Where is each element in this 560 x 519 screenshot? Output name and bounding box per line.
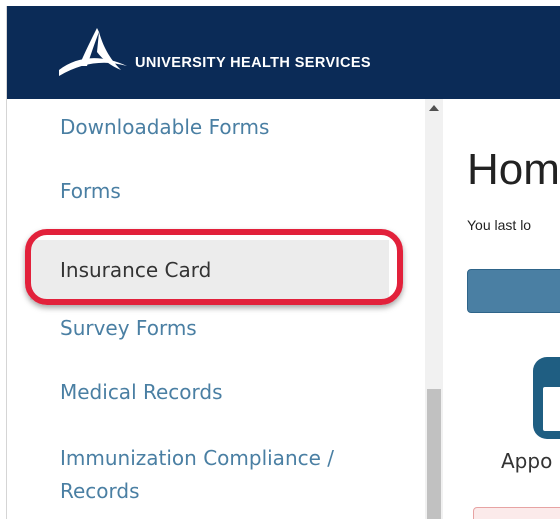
brand-name[interactable]: UNIVERSITY HEALTH SERVICES [135,55,371,71]
site-header: UNIVERSITY HEALTH SERVICES [7,6,560,99]
alert-box [473,507,560,519]
sidebar-item-label: Immunization Compliance / Records [60,446,335,503]
sidebar-item-label: Forms [60,179,121,203]
sidebar-nav: Downloadable Forms Forms Insurance Card … [7,99,425,519]
sidebar-item-downloadable-forms[interactable]: Downloadable Forms [7,111,407,144]
university-logo-icon[interactable] [57,26,129,82]
action-button[interactable] [467,269,560,313]
sidebar-item-medical-records[interactable]: Medical Records [7,376,407,409]
last-login-text: You last lo [467,217,532,233]
sidebar-item-label: Medical Records [60,380,223,404]
sidebar-item-immunization-compliance[interactable]: Immunization Compliance / Records [7,442,425,508]
sidebar-scrollbar[interactable] [425,99,443,519]
sidebar-item-label: Downloadable Forms [60,115,270,139]
sidebar-item-label: Survey Forms [60,316,197,340]
info-icon-glyph [543,387,560,431]
appointments-label[interactable]: Appo [501,449,552,473]
info-icon[interactable] [533,357,560,439]
main-content: Hom You last lo Appo [443,99,560,519]
sidebar-item-survey-forms[interactable]: Survey Forms [7,312,407,345]
sidebar-item-forms[interactable]: Forms [7,175,407,208]
page-title: Hom [467,145,560,194]
scroll-up-arrow-icon[interactable] [429,105,439,111]
highlight-annotation [25,229,403,305]
scrollbar-thumb[interactable] [427,389,441,519]
app-window: UNIVERSITY HEALTH SERVICES Downloadable … [6,6,560,519]
